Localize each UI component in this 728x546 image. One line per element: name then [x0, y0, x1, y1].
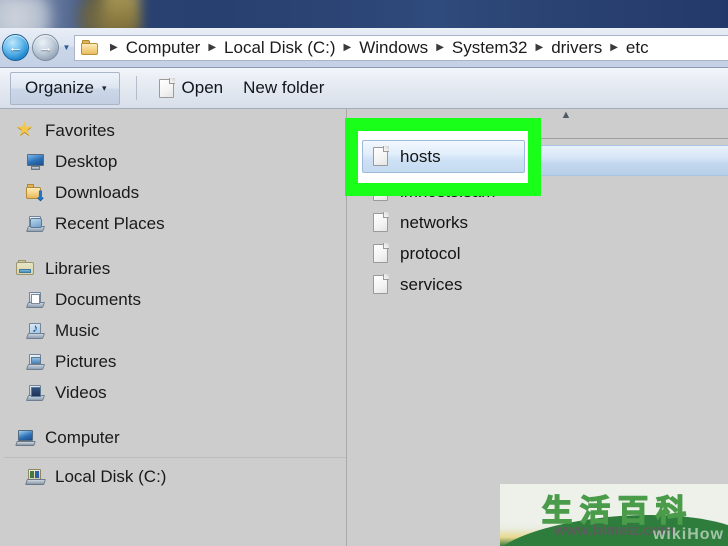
sidebar-item-pictures[interactable]: Pictures [0, 346, 346, 377]
document-icon [158, 77, 175, 98]
file-icon [373, 243, 389, 263]
watermark-ghost-text: wikiHow [652, 526, 724, 543]
forward-button[interactable]: → [32, 34, 59, 61]
breadcrumb-separator: ▶ [110, 41, 118, 53]
sidebar-item-documents[interactable]: Documents [0, 284, 346, 315]
new-folder-label: New folder [243, 78, 325, 97]
breadcrumb-item-system32[interactable]: System32 [451, 38, 529, 58]
libraries-icon [16, 259, 36, 278]
sort-ascending-icon: ▲ [560, 109, 572, 121]
navigation-pane: Favorites Desktop ⬇ Downloads Recent Pla… [0, 109, 347, 546]
sidebar-item-label: Pictures [55, 351, 117, 371]
breadcrumb-separator: ▶ [343, 41, 352, 53]
address-bar: ← → ▼ ▶ Computer ▶ Local Disk (C:) ▶ Win… [0, 28, 728, 68]
sidebar-item-music[interactable]: Music [0, 315, 346, 346]
videos-library-icon [25, 384, 46, 402]
sidebar-item-recent-places[interactable]: Recent Places [0, 208, 346, 239]
breadcrumb[interactable]: ▶ Computer ▶ Local Disk (C:) ▶ Windows ▶… [74, 34, 728, 61]
file-name: services [400, 274, 463, 294]
sidebar-item-label: Downloads [55, 182, 140, 202]
open-label: Open [181, 78, 224, 97]
organize-button[interactable]: Organize ▾ [10, 71, 120, 105]
file-explorer-window: ← → ▼ ▶ Computer ▶ Local Disk (C:) ▶ Win… [0, 28, 728, 546]
sidebar-item-local-disk[interactable]: Local Disk (C:) [0, 461, 346, 492]
sidebar-item-label: Videos [55, 382, 107, 402]
star-icon [16, 118, 36, 141]
file-name: networks [400, 212, 469, 232]
back-button[interactable]: ← [2, 34, 29, 61]
file-icon [373, 212, 389, 232]
forward-arrow-icon: → [38, 39, 53, 56]
documents-library-icon [25, 291, 46, 309]
downloads-folder-icon: ⬇ [26, 183, 46, 202]
chevron-down-icon: ▾ [101, 82, 107, 93]
sidebar-item-label: Computer [45, 427, 120, 447]
sidebar-item-label: Recent Places [55, 213, 165, 233]
table-row[interactable]: protocol [347, 238, 728, 269]
sidebar-item-label: Desktop [55, 151, 118, 171]
breadcrumb-item-computer[interactable]: Computer [125, 38, 202, 58]
sidebar-item-label: Documents [55, 289, 141, 309]
recent-places-icon [25, 215, 46, 233]
sidebar-item-desktop[interactable]: Desktop [0, 146, 346, 177]
sidebar-item-libraries[interactable]: Libraries [0, 253, 346, 284]
sidebar-item-label: Favorites [45, 120, 115, 140]
file-name: protocol [400, 243, 461, 263]
music-library-icon [25, 321, 46, 340]
new-folder-button[interactable]: New folder [233, 72, 334, 105]
watermark: 生活百科 www.bimeiz.com wikiHow [500, 484, 728, 546]
sidebar-item-label: Local Disk (C:) [55, 466, 167, 486]
breadcrumb-item-etc[interactable]: etc [625, 38, 650, 58]
sidebar-item-videos[interactable]: Videos [0, 377, 346, 408]
computer-icon [15, 429, 36, 447]
breadcrumb-item-windows[interactable]: Windows [358, 38, 429, 58]
file-name: hosts [400, 146, 441, 166]
local-disk-icon [25, 468, 46, 486]
breadcrumb-separator: ▶ [610, 41, 618, 53]
toolbar: Organize ▾ Open New folder [0, 68, 728, 109]
file-icon [373, 274, 389, 294]
organize-label: Organize [25, 78, 94, 97]
desktop-monitor-icon [26, 153, 46, 171]
sidebar-item-downloads[interactable]: ⬇ Downloads [0, 177, 346, 208]
breadcrumb-item-local-disk[interactable]: Local Disk (C:) [223, 38, 336, 58]
table-row[interactable]: networks [347, 207, 728, 238]
sidebar-item-favorites[interactable]: Favorites [0, 115, 346, 146]
table-row[interactable]: services [347, 269, 728, 300]
pictures-library-icon [25, 353, 46, 371]
history-dropdown-button[interactable]: ▼ [61, 43, 72, 52]
sidebar-divider [4, 457, 346, 458]
file-icon [373, 181, 389, 201]
sidebar-item-label: Music [55, 320, 100, 340]
sidebar-item-computer[interactable]: Computer [0, 422, 346, 453]
back-arrow-icon: ← [8, 39, 23, 56]
annotation-highlighted-row[interactable]: hosts [362, 140, 525, 173]
folder-icon [81, 39, 101, 56]
file-name: lmhosts.sam [400, 181, 496, 201]
breadcrumb-separator: ▶ [208, 41, 217, 53]
sidebar-item-label: Libraries [45, 258, 111, 278]
breadcrumb-separator: ▶ [436, 41, 444, 53]
breadcrumb-separator: ▶ [535, 41, 544, 53]
file-icon [373, 146, 389, 166]
breadcrumb-item-drivers[interactable]: drivers [550, 38, 603, 58]
open-button[interactable]: Open [149, 72, 234, 105]
toolbar-divider [135, 76, 137, 100]
